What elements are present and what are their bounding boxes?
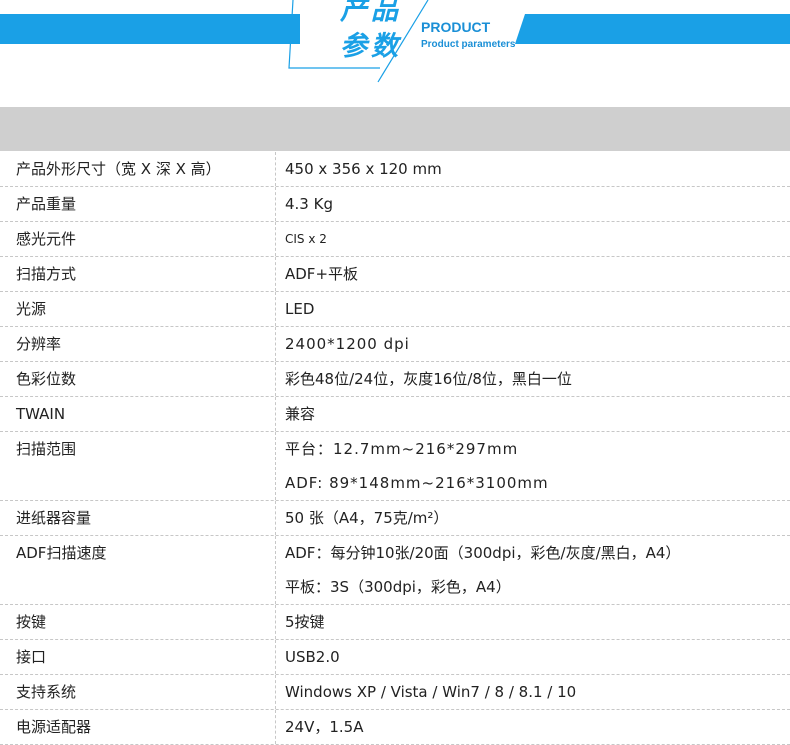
title-cn-line2: 参数 — [340, 31, 402, 62]
spec-value: ADF+平板 — [285, 265, 359, 283]
spec-row: 扫描方式 ADF+平板 — [0, 257, 790, 292]
column-divider — [275, 362, 276, 396]
spec-row: 产品外形尺寸（宽 X 深 X 高） 450 x 356 x 120 mm — [0, 152, 790, 187]
spec-values: 兼容 — [285, 397, 790, 431]
title-en-sub: Product parameters — [421, 39, 516, 50]
spec-value: ADF：每分钟10张/20面（300dpi，彩色/灰度/黑白，A4） — [285, 544, 681, 562]
spec-row: 分辨率 2400*1200 dpi — [0, 327, 790, 362]
column-divider — [275, 710, 276, 744]
spec-row: 接口 USB2.0 — [0, 640, 790, 675]
spec-values: 24V，1.5A — [285, 710, 790, 744]
spec-row: 进纸器容量 50 张（A4，75克/m²） — [0, 501, 790, 536]
spec-values: ADF：每分钟10张/20面（300dpi，彩色/灰度/黑白，A4） 平板：3S（… — [285, 536, 790, 604]
spec-values: 彩色48位/24位，灰度16位/8位，黑白一位 — [285, 362, 790, 396]
left-blue-bar — [0, 14, 300, 44]
spec-value: 5按键 — [285, 613, 325, 631]
spec-row: 光源 LED — [0, 292, 790, 327]
spec-values: 平台：12.7mm~216*297mm ADF: 89*148mm~216*310… — [285, 432, 790, 500]
spec-label: 光源 — [16, 300, 47, 318]
spec-row: ADF扫描速度 ADF：每分钟10张/20面（300dpi，彩色/灰度/黑白，A4… — [0, 536, 790, 605]
column-divider — [275, 536, 276, 604]
column-divider — [275, 257, 276, 291]
spec-label: 进纸器容量 — [16, 509, 92, 527]
spec-value: 50 张（A4，75克/m²） — [285, 509, 449, 527]
spec-value: 平台：12.7mm~216*297mm — [285, 440, 519, 458]
spec-values: ADF+平板 — [285, 257, 790, 291]
spec-value: 4.3 Kg — [285, 195, 333, 213]
spec-label: 产品外形尺寸（宽 X 深 X 高） — [16, 160, 221, 178]
spec-values: 50 张（A4，75克/m²） — [285, 501, 790, 535]
spec-table: 产品外形尺寸（宽 X 深 X 高） 450 x 356 x 120 mm 产品重量 4… — [0, 152, 790, 745]
spec-label: TWAIN — [16, 405, 66, 423]
spec-value: 平板：3S（300dpi，彩色，A4） — [285, 578, 511, 596]
spec-values: 5按键 — [285, 605, 790, 639]
column-divider — [275, 432, 276, 500]
spec-value: Windows XP / Vista / Win7 / 8 / 8.1 / 10 — [285, 683, 577, 701]
spec-label: 支持系统 — [16, 683, 77, 701]
right-blue-bar — [515, 14, 790, 44]
title-cn-line1: 产品 — [340, 0, 402, 26]
column-divider — [275, 501, 276, 535]
spec-value: USB2.0 — [285, 648, 340, 666]
spec-values: USB2.0 — [285, 640, 790, 674]
spec-value: 2400*1200 dpi — [285, 335, 410, 353]
spec-label: 按键 — [16, 613, 47, 631]
spec-values: Windows XP / Vista / Win7 / 8 / 8.1 / 10 — [285, 675, 790, 709]
column-divider — [275, 640, 276, 674]
spec-row: 色彩位数 彩色48位/24位，灰度16位/8位，黑白一位 — [0, 362, 790, 397]
spec-row: TWAIN 兼容 — [0, 397, 790, 432]
spec-value: CIS x 2 — [285, 232, 327, 246]
column-divider — [275, 152, 276, 186]
spec-values: CIS x 2 — [285, 222, 790, 256]
column-divider — [275, 327, 276, 361]
spec-row: 感光元件 CIS x 2 — [0, 222, 790, 257]
spec-value: 彩色48位/24位，灰度16位/8位，黑白一位 — [285, 370, 572, 388]
spec-label: ADF扫描速度 — [16, 544, 107, 562]
spec-values: LED — [285, 292, 790, 326]
spec-value: ADF: 89*148mm~216*3100mm — [285, 474, 549, 492]
spec-label: 分辨率 — [16, 335, 62, 353]
header-banner: 产品 参数 PRODUCT Product parameters — [0, 0, 790, 90]
column-divider — [275, 605, 276, 639]
spec-value: LED — [285, 300, 315, 318]
column-divider — [275, 187, 276, 221]
spec-row: 支持系统 Windows XP / Vista / Win7 / 8 / 8.1 … — [0, 675, 790, 710]
section-gray-band — [0, 107, 790, 151]
spec-label: 接口 — [16, 648, 47, 666]
spec-label: 扫描方式 — [16, 265, 77, 283]
column-divider — [275, 675, 276, 709]
title-en: PRODUCT — [421, 19, 491, 35]
spec-label: 电源适配器 — [16, 718, 92, 736]
spec-value: 兼容 — [285, 405, 316, 423]
spec-row: 按键 5按键 — [0, 605, 790, 640]
spec-label: 产品重量 — [16, 195, 77, 213]
column-divider — [275, 292, 276, 326]
spec-label: 感光元件 — [16, 230, 77, 248]
column-divider — [275, 222, 276, 256]
spec-values: 450 x 356 x 120 mm — [285, 152, 790, 186]
spec-row: 产品重量 4.3 Kg — [0, 187, 790, 222]
spec-values: 4.3 Kg — [285, 187, 790, 221]
spec-value: 450 x 356 x 120 mm — [285, 160, 442, 178]
spec-label: 扫描范围 — [16, 440, 77, 458]
spec-label: 色彩位数 — [16, 370, 77, 388]
spec-values: 2400*1200 dpi — [285, 327, 790, 361]
spec-row: 电源适配器 24V，1.5A — [0, 710, 790, 745]
column-divider — [275, 397, 276, 431]
spec-row: 扫描范围 平台：12.7mm~216*297mm ADF: 89*148mm~216… — [0, 432, 790, 501]
spec-value: 24V，1.5A — [285, 718, 364, 736]
